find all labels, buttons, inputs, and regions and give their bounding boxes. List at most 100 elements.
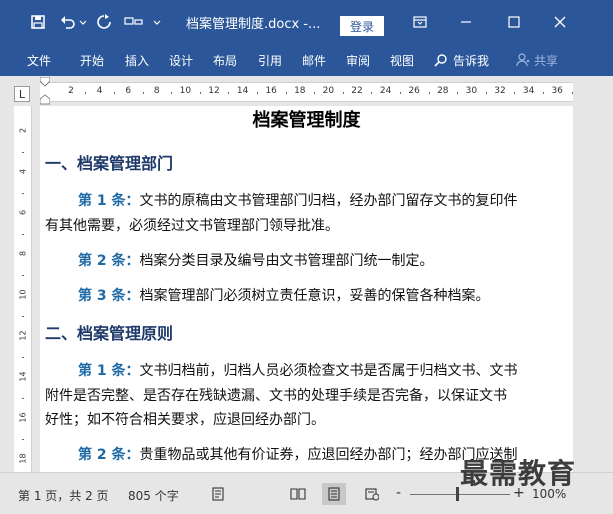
undo-dropdown-icon[interactable]	[78, 0, 88, 44]
ruler-tick-label: 24	[379, 86, 392, 96]
ruler-tick-label: 20	[322, 86, 335, 96]
ruler-tick-label: 30	[465, 86, 478, 96]
heading-1: 一、档案管理部门	[45, 154, 174, 173]
person-icon	[516, 53, 530, 67]
minimize-icon[interactable]	[452, 0, 480, 44]
paragraph-line: 第 2 条：档案分类目录及编号由文书管理部门统一制定。	[78, 250, 434, 270]
paragraph-text: 档案管理部门必须树立责任意识，妥善的保管各种档案。	[139, 288, 490, 304]
watermark: 最需教育	[460, 457, 577, 490]
share-button[interactable]: 共享	[516, 44, 558, 76]
zoom-slider[interactable]	[410, 494, 510, 495]
article-label: 第 1 条：	[78, 193, 140, 209]
ruler-tick	[256, 92, 258, 94]
customize-toolbar-icon[interactable]	[152, 0, 162, 44]
paragraph-line: 第 3 条：档案管理部门必须树立责任意识，妥善的保管各种档案。	[78, 285, 490, 305]
paragraph-line: 第 1 条：文书的原稿由文书管理部门归档，经办部门留存文书的复印件	[78, 190, 518, 210]
ruler-tick-label: 6	[125, 86, 132, 96]
tab-review[interactable]: 审阅	[346, 44, 370, 76]
close-icon[interactable]	[546, 0, 574, 44]
ruler-tick	[285, 92, 287, 94]
ruler-tick	[485, 92, 487, 94]
window-title: 档案管理制度.docx -...	[186, 0, 326, 44]
ruler-tick-label: 4	[96, 86, 103, 96]
right-margin-area	[573, 106, 613, 472]
ruler-tick	[85, 92, 87, 94]
ruler-tick	[371, 92, 373, 94]
ruler-tick-label: 18	[294, 86, 306, 96]
document-page[interactable]: 档案管理制度 一、档案管理部门 第 1 条：文书的原稿由文书管理部门归档，经办部…	[40, 106, 573, 472]
tab-home[interactable]: 开始	[80, 44, 104, 76]
paragraph-line: 有其他需要，必须经过文书管理部门领导批准。	[45, 218, 339, 234]
vertical-ruler[interactable]: 2 4 6 8 10 12 14 16 18	[14, 106, 32, 481]
ruler-tick-label: 28	[437, 86, 449, 96]
document-title: 档案管理制度	[252, 110, 361, 131]
ruler-tick	[314, 92, 316, 94]
vertical-ruler-tick-label: 12	[18, 330, 28, 341]
zoom-slider-thumb[interactable]	[456, 487, 459, 501]
save-icon[interactable]	[26, 0, 50, 44]
zoom-out-button[interactable]: -	[396, 485, 401, 501]
paragraph-line: 第 2 条：贵重物品或其他有价证券，应退回经办部门；经办部门应送制	[78, 444, 518, 464]
tab-file[interactable]: 文件	[27, 44, 51, 76]
paragraph-text: 档案分类目录及编号由文书管理部门统一制定。	[139, 253, 434, 269]
vertical-ruler-tick	[22, 274, 24, 276]
ruler-tick-label: 22	[351, 86, 363, 96]
web-layout-icon[interactable]	[360, 483, 384, 505]
window-title-text: 档案管理制度.docx -...	[186, 16, 321, 32]
ruler-tick	[171, 92, 173, 94]
title-bar: 档案管理制度.docx -... 登录	[0, 0, 613, 44]
horizontal-ruler[interactable]: 2 4 6 8 10 12 14 16 18 20 22 24 26 28 30 32 34 36	[40, 77, 573, 105]
print-layout-icon[interactable]	[322, 483, 346, 505]
tab-view[interactable]: 视图	[390, 44, 414, 76]
article-label: 第 3 条：	[78, 288, 140, 304]
word-count[interactable]: 805 个字	[128, 487, 179, 504]
ruler-tick	[342, 92, 344, 94]
tab-references[interactable]: 引用	[258, 44, 282, 76]
vertical-ruler-tick	[22, 233, 24, 235]
ruler-tick	[399, 92, 401, 94]
ruler-tick-label: 32	[494, 86, 506, 96]
ruler-tick-label: 36	[551, 86, 563, 96]
tab-design[interactable]: 设计	[169, 44, 193, 76]
ruler-tick-label: 2	[68, 86, 74, 96]
redo-icon[interactable]	[94, 0, 114, 44]
ruler-tick	[514, 92, 516, 94]
tab-layout[interactable]: 布局	[213, 44, 237, 76]
ruler-tick	[199, 92, 201, 94]
ruler-tick-label: 26	[408, 86, 420, 96]
tab-insert[interactable]: 插入	[125, 44, 149, 76]
tell-me-search[interactable]: 告诉我	[434, 44, 489, 76]
vertical-ruler-tick	[22, 151, 24, 153]
vertical-ruler-tick	[22, 315, 24, 317]
page-count[interactable]: 第 1 页，共 2 页	[18, 487, 109, 504]
ruler-tick	[457, 92, 459, 94]
share-label: 共享	[534, 53, 559, 68]
paragraph-text: 文书归档前，归档人员必须检查文书是否属于归档文书、文书	[139, 363, 518, 379]
paragraph-text: 文书的原稿由文书管理部门归档，经办部门留存文书的复印件	[139, 193, 518, 209]
article-label: 第 2 条：	[78, 253, 140, 269]
ruler-tick-label: 34	[522, 86, 535, 96]
vertical-ruler-tick-label: 2	[18, 127, 28, 134]
vertical-ruler-tick	[22, 192, 24, 194]
ribbon-display-options-icon[interactable]	[408, 0, 432, 44]
ribbon-tabs: 文件 开始 插入 设计 布局 引用 邮件 审阅 视图 告诉我 共享	[0, 44, 613, 76]
format-painter-icon[interactable]	[122, 0, 146, 44]
proofing-icon[interactable]	[206, 483, 230, 505]
ruler-tick	[571, 92, 573, 94]
ruler-row: L 2 4 6 8 10 12 14 16 18 20 22 24 26 28 30 32 34 36	[0, 76, 613, 106]
article-label: 第 2 条：	[78, 447, 140, 463]
read-mode-icon[interactable]	[286, 483, 310, 505]
login-button[interactable]: 登录	[340, 16, 384, 36]
vertical-ruler-tick-label: 4	[18, 168, 28, 175]
tab-mailings[interactable]: 邮件	[302, 44, 326, 76]
indent-marker-icon[interactable]	[40, 77, 50, 105]
undo-icon[interactable]	[58, 0, 78, 44]
tab-stop-selector[interactable]: L	[14, 86, 30, 102]
vertical-ruler-tick-label: 14	[18, 371, 28, 382]
paragraph-line: 第 1 条：文书归档前，归档人员必须检查文书是否属于归档文书、文书	[78, 360, 518, 380]
ruler-tick	[542, 92, 544, 94]
vertical-ruler-tick	[22, 438, 24, 440]
heading-2: 二、档案管理原则	[45, 324, 174, 343]
maximize-icon[interactable]	[500, 0, 528, 44]
ruler-tick-label: 16	[265, 86, 277, 96]
